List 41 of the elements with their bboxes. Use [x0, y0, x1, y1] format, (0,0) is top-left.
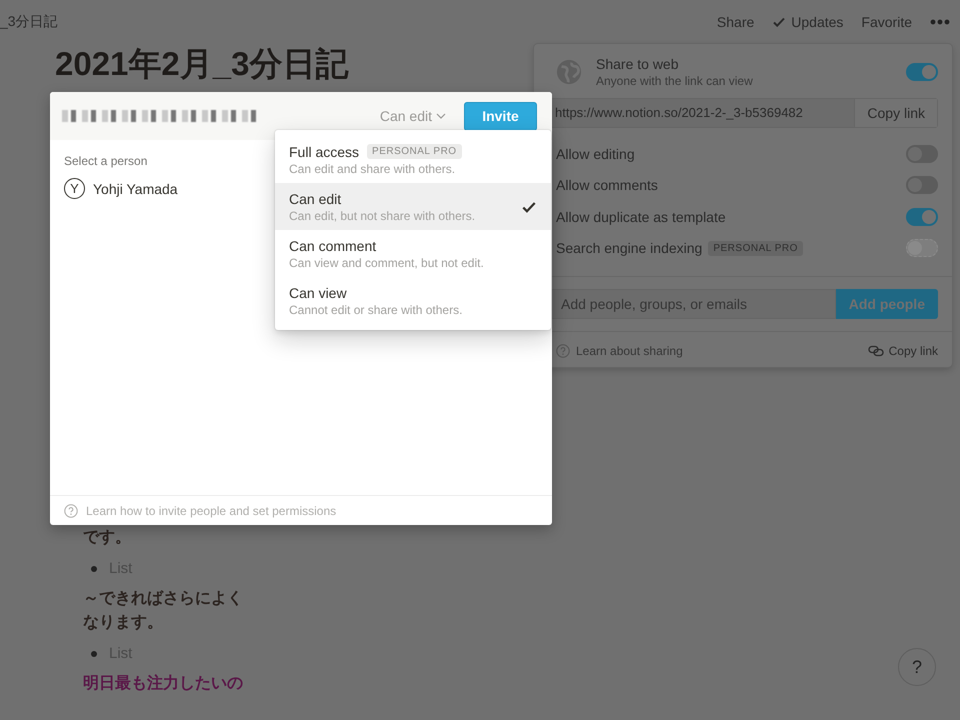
page-title: 2021年2月_3分日記	[55, 44, 348, 84]
breadcrumb[interactable]: _3分日記	[0, 13, 58, 31]
option-label: Allow editing	[556, 146, 635, 162]
topbar-link[interactable]: Updates	[772, 14, 844, 30]
help-icon	[556, 344, 570, 358]
paragraph: です。	[83, 528, 132, 548]
option-label: Allow comments	[556, 177, 658, 194]
link-icon	[868, 345, 884, 357]
bullet-dot	[91, 566, 97, 572]
more-icon[interactable]	[930, 19, 950, 25]
toggle-switch[interactable]	[906, 144, 938, 163]
toggle-switch[interactable]	[906, 208, 938, 226]
toggle-switch[interactable]	[906, 63, 938, 81]
help-button[interactable]: ?	[898, 648, 936, 686]
plan-badge: PERSONAL PRO	[708, 240, 803, 256]
help-link[interactable]: Learn about sharing	[576, 344, 683, 358]
option-label: Search engine indexing	[556, 240, 702, 256]
paragraph: ～できればさらによくなります。	[83, 589, 244, 633]
toggle-switch[interactable]	[906, 176, 938, 194]
menu-item[interactable]: Can edit Can edit, but not share with others.	[275, 183, 551, 230]
topbar-link[interactable]: Share	[716, 14, 754, 30]
invite-button[interactable]: Invite	[464, 102, 537, 130]
menu-item[interactable]: Can view Cannot edit or share with others.	[275, 277, 551, 324]
share-title: Share to web	[596, 56, 680, 72]
bullet-dot	[91, 650, 97, 656]
plan-badge: PERSONAL PRO	[367, 144, 462, 159]
person-name[interactable]: Yohji Yamada	[93, 180, 178, 196]
avatar: Y	[64, 178, 85, 199]
caret-icon	[436, 113, 446, 119]
section-label: Select a person	[64, 154, 148, 168]
heading-text: 明日最も注力したいの	[83, 673, 244, 694]
help-icon	[64, 504, 78, 518]
copy-link-button[interactable]: Copy link	[868, 344, 938, 358]
permission-dropdown[interactable]: Can edit	[374, 107, 452, 125]
option-label: Allow duplicate as template	[556, 208, 726, 225]
help-link[interactable]: Learn how to invite people and set permissions	[86, 504, 336, 518]
menu-item[interactable]: Can comment Can view and comment, but not edit.	[275, 230, 551, 277]
share-subtitle: Anyone with the link can view	[596, 74, 754, 88]
check-icon	[772, 15, 786, 29]
topbar-link[interactable]: Favorite	[861, 14, 912, 30]
menu-item[interactable]: Full access PERSONAL PRO Can edit and share with others.	[275, 136, 551, 183]
